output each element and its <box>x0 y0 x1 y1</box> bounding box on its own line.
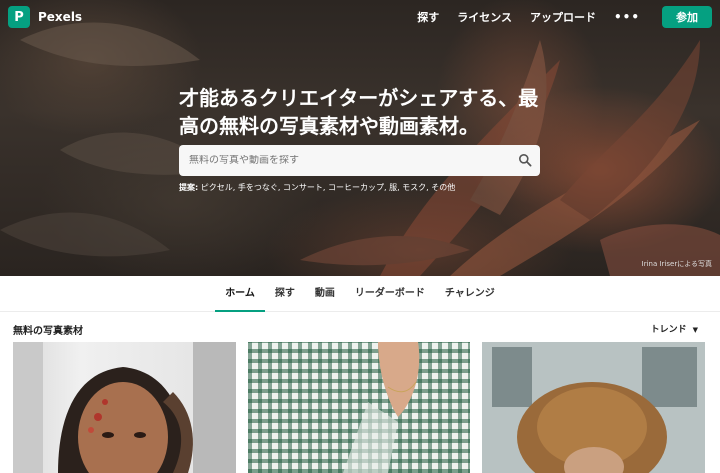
tab-videos[interactable]: 動画 <box>315 276 335 312</box>
suggestions-label: 提案: <box>179 183 199 192</box>
nav-explore[interactable]: 探す <box>417 9 439 25</box>
pexels-logo[interactable]: P Pexels <box>8 6 82 28</box>
photo-credit[interactable]: Irina Iriserによる写真 <box>642 259 712 269</box>
logo-icon: P <box>8 6 30 28</box>
tab-home[interactable]: ホーム <box>215 276 265 312</box>
photo-grid <box>13 342 713 473</box>
hero-banner: P Pexels 探す ライセンス アップロード ••• 参加 才能あるクリエイ… <box>0 0 720 276</box>
photo-card[interactable] <box>482 342 705 473</box>
section-title: 無料の写真素材 <box>13 326 83 337</box>
tab-challenges[interactable]: チャレンジ <box>445 276 495 312</box>
search-icon[interactable] <box>518 153 532 167</box>
more-menu-icon[interactable]: ••• <box>614 10 640 24</box>
suggestions-list[interactable]: ピクセル, 手をつなぐ, コンサート, コーヒーカップ, 服, モスク, その他 <box>198 183 456 192</box>
headline-line-1: 才能あるクリエイターがシェアする、最 <box>179 86 539 110</box>
hero-headline: 才能あるクリエイターがシェアする、最 高の無料の写真素材や動画素材。 <box>179 84 559 140</box>
join-button[interactable]: 参加 <box>662 6 712 28</box>
photo-card[interactable] <box>248 342 470 473</box>
search-suggestions: 提案: ピクセル, 手をつなぐ, コンサート, コーヒーカップ, 服, モスク,… <box>179 182 455 193</box>
nav-upload[interactable]: アップロード <box>530 9 596 25</box>
headline-line-2: 高の無料の写真素材や動画素材。 <box>179 114 479 138</box>
photo-gingham-shirt <box>343 342 420 473</box>
nav-license[interactable]: ライセンス <box>457 9 512 25</box>
logo-text: Pexels <box>38 10 83 24</box>
sort-dropdown[interactable]: トレンド ▼ <box>651 322 698 335</box>
content-tabs: ホーム 探す 動画 リーダーボード チャレンジ <box>0 276 720 312</box>
sort-label: トレンド <box>650 325 687 335</box>
photo-portrait-man <box>13 342 236 473</box>
nav-links: 探す ライセンス アップロード ••• 参加 <box>417 6 712 28</box>
top-navigation: P Pexels 探す ライセンス アップロード ••• 参加 <box>0 0 720 36</box>
photo-curly-hair <box>482 342 705 473</box>
tab-explore[interactable]: 探す <box>275 276 295 312</box>
chevron-down-icon: ▼ <box>692 326 698 334</box>
photo-card[interactable] <box>13 342 236 473</box>
search-input[interactable] <box>189 155 509 166</box>
search-bar[interactable] <box>179 145 540 176</box>
tab-leaderboard[interactable]: リーダーボード <box>355 276 425 312</box>
